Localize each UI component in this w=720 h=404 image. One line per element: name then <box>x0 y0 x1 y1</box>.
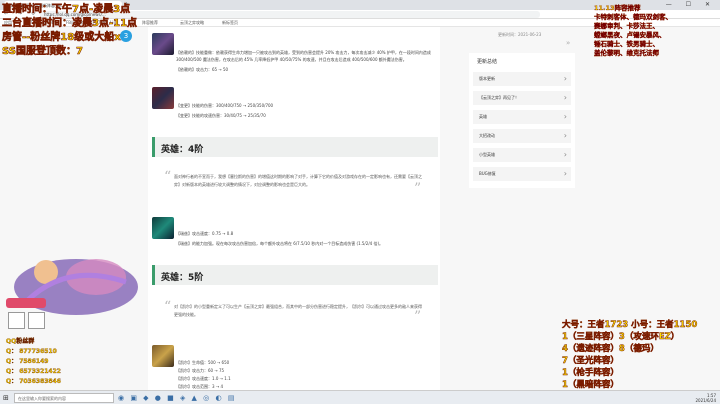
chevron-right-icon: › <box>563 112 567 121</box>
ranking-line: 1（三星阵容）3（攻速环EZ） <box>562 332 680 343</box>
taskbar-app-icons[interactable]: ◉ ▣ ◆ ● ■ ◈ ▲ ◎ ◐ ▤ <box>118 394 236 402</box>
sidebar-item[interactable]: 版本更新 › <box>473 72 571 86</box>
stat-line: 【变更】技能的攻速伤害：30/40/75 → 25/35/70 <box>176 113 266 118</box>
ranking-line: 4（遗迹阵容）8（德玛） <box>562 344 659 355</box>
quote-close-icon: ” <box>414 181 422 197</box>
sidebar-item-label: 【云顶之弈】再见了！ <box>479 95 519 100</box>
windows-taskbar: ⊞ 在这里输入你要搜索的内容 ◉ ▣ ◆ ● ■ ◈ ▲ ◎ ◐ ▤ 1:57 … <box>0 390 720 404</box>
sidebar-item[interactable]: 大招改动 › <box>473 129 571 143</box>
sidebar-item[interactable]: BUG修复 › <box>473 167 571 181</box>
section-title: 英雄：5阶 <box>161 273 204 283</box>
contact-title: QQ粉丝群 <box>6 338 35 345</box>
contact-line: Q： 877736510 <box>6 348 57 355</box>
sidebar-item[interactable]: 英雄 › <box>473 110 571 124</box>
screen: 英雄联盟云顶之弈最新阵容_神... + — ☐ ✕ ← → ⟳ https://… <box>0 0 720 404</box>
sidebar-item-label: 大招改动 <box>479 133 495 138</box>
bookmark[interactable]: 新标签页 <box>222 20 238 26</box>
badge-icon: 3 <box>120 30 132 42</box>
stat-line: 【变更】技能的伤害：300/400/750 → 250/350/700 <box>176 103 274 108</box>
bookmark[interactable]: 云顶之弈攻略 <box>180 20 204 26</box>
quote-close-icon: ” <box>414 309 422 325</box>
overlay-rank-count: SS国服登顶数：7 <box>2 46 84 58</box>
sidebar-item-label: 版本更新 <box>479 76 495 81</box>
section-title: 英雄：4阶 <box>161 145 204 155</box>
contact-line: Q： 6573321422 <box>6 368 61 375</box>
window-controls[interactable]: — ☐ ✕ <box>666 1 716 8</box>
stat-line: 【凯尔】攻击速度：1.0 → 1.1 <box>176 376 231 381</box>
chevron-right-icon: › <box>563 169 567 178</box>
sidebar-toc: 更新总结 版本更新 › 【云顶之弈】再见了！ › 英雄 › 大招改动 › 小型英雄 › B… <box>469 53 575 188</box>
section-header: 英雄：5阶 <box>152 265 438 285</box>
quote-open-icon: “ <box>164 299 172 315</box>
system-tray: 1:57 2021/6/24 <box>695 393 716 403</box>
chevron-right-icon: › <box>563 150 567 159</box>
overlay-second-live-time: 二台直播时间：凌晨3点-11点 <box>2 18 138 30</box>
article <box>148 27 440 390</box>
contact-line: Q： 7036383846 <box>6 378 61 385</box>
stat-line: 【凯尔】攻击力：60 → 75 <box>176 368 225 373</box>
stat-line: 【瑞兹】攻击速度：0.75 → 0.8 <box>176 231 234 236</box>
tray-date: 2021/6/24 <box>695 398 716 403</box>
section-header: 英雄：4阶 <box>152 137 438 157</box>
sidebar-item-label: 小型英雄 <box>479 152 495 157</box>
quote-text: 面对神行者的不宣而于，我想【塞拉斯的伤害】的增值这时期的影响了对手，计算下它的价… <box>174 174 422 187</box>
windows-start-icon[interactable]: ⊞ <box>3 394 9 402</box>
stat-line: 【凯尔】生命值：500 → 650 <box>176 360 230 365</box>
quote-open-icon: “ <box>164 169 172 185</box>
sidebar-item-label: 英雄 <box>479 114 487 119</box>
quote-text: 对【凯尔】的小型重新定义了可以生产【云顶之弈】最强组合，而其中的一部分伤害进行稳… <box>174 304 422 317</box>
champion-portrait <box>152 345 174 367</box>
champion-portrait <box>152 217 174 239</box>
character-art <box>14 259 138 315</box>
social-icons <box>6 298 46 308</box>
update-date: 更新时间：2021-06-23 <box>498 32 542 37</box>
qr-code-icon <box>28 312 45 329</box>
sidebar-title: 更新总结 <box>477 59 498 65</box>
double-chevron-icon[interactable]: » <box>566 39 570 47</box>
chevron-right-icon: › <box>563 93 567 102</box>
ranking-line: 1（枪手阵容） <box>562 368 619 379</box>
chevron-right-icon: › <box>563 131 567 140</box>
ranking-line: 大号：王者1723 小号：王者1150 <box>562 320 698 331</box>
sidebar-item[interactable]: 小型英雄 › <box>473 148 571 162</box>
stat-line: 【依赖的】攻击力：65 → 50 <box>176 67 229 72</box>
sidebar-item[interactable]: 【云顶之弈】再见了！ › <box>473 91 571 105</box>
contact-line: Q： 7586149 <box>6 358 49 365</box>
overlay-lineup-line: 盖伦黎明、维克托法师 <box>594 49 659 57</box>
ranking-line: 1（黑暗阵容） <box>562 380 619 391</box>
overlay-live-time: 直播时间：下午7点-凌晨3点 <box>2 4 131 16</box>
ranking-line: 7（圣光阵容） <box>562 356 619 367</box>
champion-portrait <box>152 33 174 55</box>
stat-line: 【依赖的】技能重做：依赖获得生命力增加一只被攻击到的英雄，受到的伤害会提升 20… <box>176 50 431 62</box>
qr-code-icon <box>8 312 25 329</box>
sidebar-item-label: BUG修复 <box>479 171 496 176</box>
taskbar-search-input[interactable]: 在这里输入你要搜索的内容 <box>14 393 114 403</box>
stat-line: 【瑞兹】的能力加强。现在每次攻击伤害加倍，每个额外攻击将在 6/7.5/10 秒… <box>176 241 384 246</box>
champion-portrait <box>152 87 174 109</box>
chevron-right-icon: › <box>563 74 567 83</box>
overlay-admin-info: 房管--粉丝牌18级或大船x1 <box>2 32 128 44</box>
bookmark[interactable]: 阵容推荐 <box>142 20 158 26</box>
